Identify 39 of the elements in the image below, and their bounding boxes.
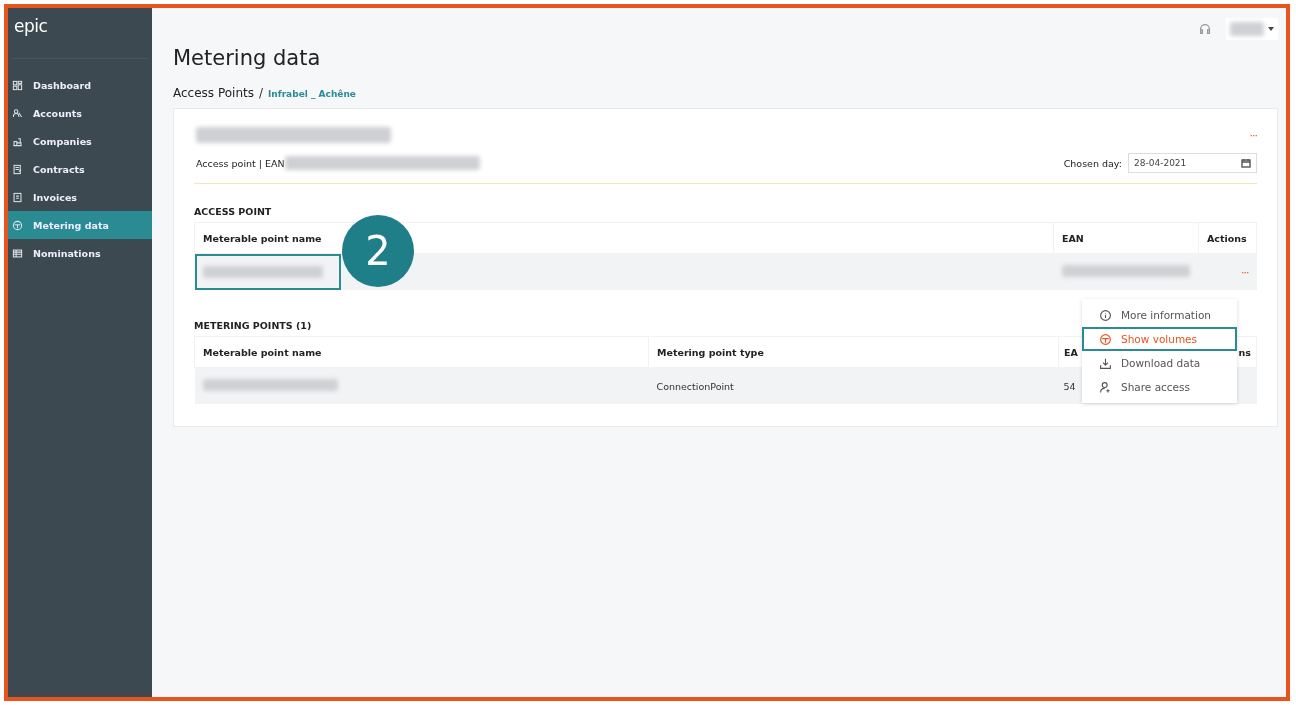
breadcrumb-separator: / (258, 86, 263, 100)
sidebar-item[interactable]: Nominations (8, 239, 152, 267)
page-title: Metering data (173, 46, 322, 70)
section-title: ACCESS POINT (194, 206, 273, 217)
section-title: METERING POINTS (1) (194, 320, 313, 331)
sidebar-item[interactable]: Contracts (8, 155, 152, 183)
download-icon (1099, 356, 1112, 370)
table-icon (12, 247, 23, 259)
headset-icon[interactable] (1198, 22, 1212, 36)
document-icon (12, 163, 23, 175)
caret-icon (1268, 27, 1274, 31)
factory-icon (12, 135, 23, 147)
meter-icon (12, 219, 23, 231)
calendar-icon (1241, 158, 1251, 168)
column-header: Meterable point name (194, 336, 649, 368)
add-user-icon (1099, 380, 1112, 394)
sidebar-item[interactable]: Invoices (8, 183, 152, 211)
column-header: EAN (1053, 222, 1199, 254)
breadcrumb-link[interactable]: Infrabel _ Achêne (268, 89, 356, 99)
access-point-label: Access point | EAN (196, 157, 285, 169)
table-cell: ConnectionPoint (648, 367, 1059, 404)
logo: epic (13, 15, 49, 38)
sidebar-item[interactable]: Dashboard (8, 71, 152, 99)
date-field[interactable]: 28-04-2021 (1128, 153, 1257, 173)
column-header: Metering point type (648, 336, 1059, 368)
info-icon (1099, 308, 1112, 322)
people-icon (12, 107, 23, 119)
user-menu[interactable] (1226, 18, 1278, 40)
sidebar-item[interactable]: Metering data (8, 211, 152, 239)
more-button[interactable]: ··· (1249, 128, 1257, 142)
dashboard-icon (12, 79, 23, 91)
chosen-day-label: Chosen day: (1063, 157, 1122, 169)
sidebar-item[interactable]: Accounts (8, 99, 152, 127)
sidebar-item[interactable]: Companies (8, 127, 152, 155)
column-header: Actions (1198, 222, 1257, 254)
meter-icon (1099, 332, 1112, 346)
menu-item[interactable]: More information (1082, 303, 1237, 327)
invoice-icon (12, 191, 23, 203)
breadcrumb-item[interactable]: Access Points (173, 86, 254, 100)
